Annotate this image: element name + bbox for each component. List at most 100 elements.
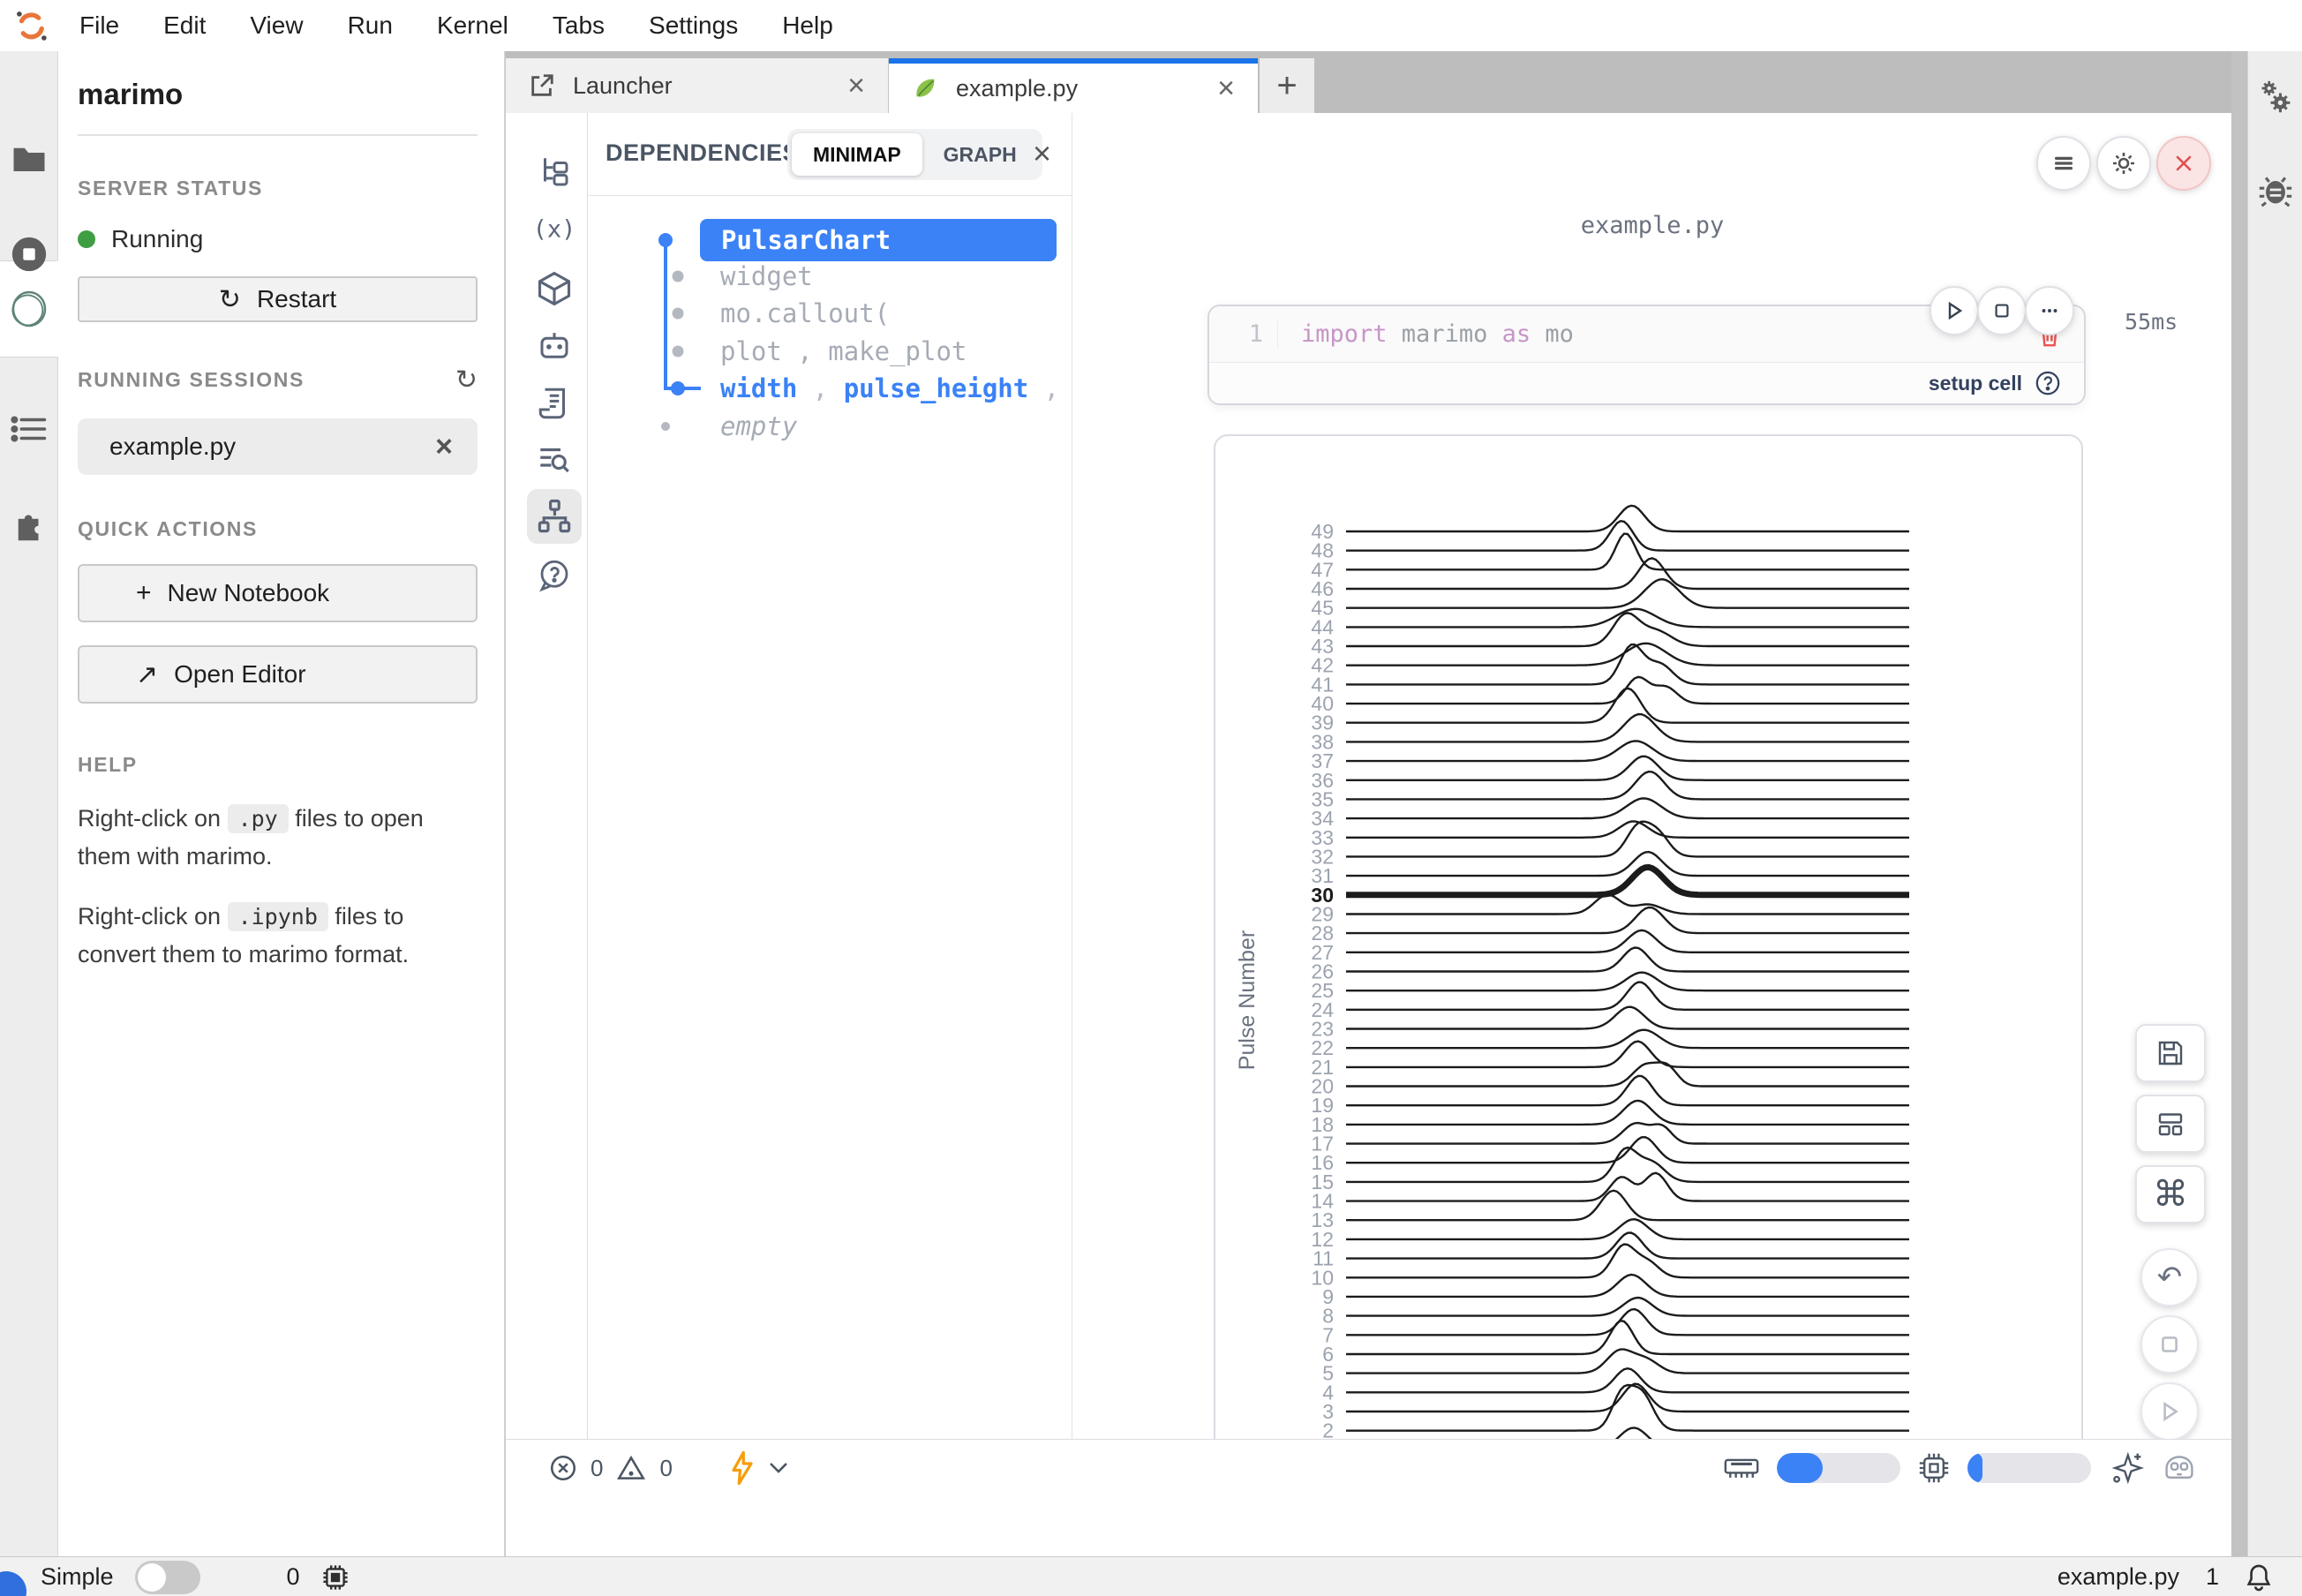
dep-tree-item-selected[interactable]: PulsarChart: [700, 219, 1057, 261]
pulse-curve: [1346, 1428, 1909, 1440]
debugger-icon[interactable]: [2258, 172, 2293, 207]
menu-item-kernel[interactable]: Kernel: [437, 11, 508, 40]
bell-icon[interactable]: [2246, 1562, 2272, 1592]
pulse-curve: [1346, 741, 1909, 761]
notebook-status-bar: 0 0: [506, 1439, 2232, 1495]
file-browser-icon[interactable]: [11, 140, 48, 177]
open-editor-button[interactable]: ↗ Open Editor: [78, 645, 478, 704]
notebook-filename: example.py: [1072, 212, 2232, 239]
graph-toggle[interactable]: GRAPH: [922, 133, 1038, 176]
kernels-chip-icon[interactable]: [321, 1563, 350, 1592]
marimo-sidebar: marimo SERVER STATUS Running ↻ Restart R…: [58, 51, 505, 1556]
undo-button[interactable]: ↶: [2140, 1248, 2199, 1306]
dependency-tree: PulsarChartwidgetmo.callout(plot , make_…: [588, 196, 1072, 1439]
warnings-icon[interactable]: [615, 1453, 647, 1483]
dependencies-panel: DEPENDENCIES MINIMAP GRAPH × PulsarChart…: [588, 113, 1072, 1439]
dep-tree-item[interactable]: mo.callout(: [588, 294, 1072, 333]
shutdown-button[interactable]: [2156, 136, 2211, 191]
search-logs-icon[interactable]: [536, 440, 573, 478]
help-heading: HELP: [78, 753, 478, 777]
variables-icon[interactable]: (x): [533, 216, 576, 244]
close-tab-icon[interactable]: ×: [847, 71, 865, 101]
scrollbar[interactable]: [2231, 51, 2247, 1556]
pulse-curve: [1346, 506, 1909, 531]
dep-tree-item[interactable]: widget: [588, 257, 1072, 296]
pulse-curve: [1346, 677, 1909, 704]
marimo-sidebar-icon[interactable]: [8, 288, 50, 330]
errors-icon[interactable]: [548, 1453, 578, 1483]
tab-example-py[interactable]: example.py ×: [889, 58, 1258, 113]
layout-panels-button[interactable]: [2135, 1095, 2206, 1153]
dep-tree-item[interactable]: plot , make_plot: [588, 332, 1072, 371]
close-session-icon[interactable]: ×: [435, 432, 453, 462]
setup-help-icon[interactable]: [2035, 370, 2061, 396]
pulse-curve: [1346, 798, 1909, 818]
help-bubble-icon[interactable]: [536, 557, 573, 594]
run-all-button[interactable]: [2140, 1382, 2199, 1439]
pulse-curve: [1346, 907, 1909, 933]
setup-cell-label: setup cell: [1929, 372, 2022, 395]
dep-tree-item[interactable]: PulsarChart: [588, 221, 1072, 260]
dependencies-icon[interactable]: [527, 489, 582, 544]
restart-icon: ↻: [219, 284, 241, 315]
pulse-curve: [1346, 1173, 1909, 1201]
command-palette-button[interactable]: ⌘: [2135, 1165, 2206, 1223]
restart-button[interactable]: ↻ Restart: [78, 276, 478, 322]
server-status-heading: SERVER STATUS: [78, 177, 478, 200]
error-count: 0: [591, 1455, 603, 1482]
simple-mode-toggle[interactable]: [135, 1561, 200, 1594]
session-item[interactable]: example.py ×: [78, 418, 478, 475]
file-outline-icon[interactable]: [536, 154, 573, 191]
code-editor[interactable]: import marimo as mo: [1278, 320, 2036, 348]
pulse-curve: [1346, 714, 1909, 742]
menu-item-run[interactable]: Run: [348, 11, 393, 40]
property-inspector-icon[interactable]: [2258, 79, 2293, 116]
logs-icon[interactable]: [536, 385, 573, 422]
new-tab-button[interactable]: +: [1260, 58, 1314, 113]
save-button[interactable]: [2135, 1024, 2206, 1082]
external-link-icon: ↗: [136, 659, 158, 690]
menu-item-view[interactable]: View: [250, 11, 303, 40]
ai-assistant-icon[interactable]: [536, 327, 573, 365]
notebook-canvas: example.py 1 import marimo as mo setup c…: [1072, 113, 2232, 1439]
marimo-leaf-icon: [912, 75, 938, 102]
ai-sparkle-icon[interactable]: [2109, 1450, 2144, 1486]
view-toggle: MINIMAP GRAPH: [787, 129, 1042, 180]
dep-tree-item[interactable]: width , pulse_height , n_poi: [588, 369, 1072, 408]
menu-item-help[interactable]: Help: [782, 11, 833, 40]
cell-more-options-button[interactable]: [2025, 286, 2074, 335]
tab-launcher[interactable]: Launcher ×: [506, 58, 889, 113]
run-cell-button[interactable]: [1930, 286, 1979, 335]
sidebar-title: marimo: [78, 78, 478, 111]
packages-icon[interactable]: [535, 269, 574, 308]
table-of-contents-icon[interactable]: [11, 410, 48, 448]
extensions-icon[interactable]: [11, 505, 48, 542]
close-tab-icon[interactable]: ×: [1217, 73, 1235, 103]
minimap-toggle[interactable]: MINIMAP: [792, 133, 922, 176]
copilot-icon[interactable]: [2162, 1452, 2197, 1484]
pulse-curve: [1346, 982, 1909, 1010]
stop-cell-button[interactable]: [1977, 286, 2027, 335]
new-notebook-button[interactable]: + New Notebook: [78, 564, 478, 622]
run-indicator-icon[interactable]: [729, 1451, 756, 1485]
chevron-down-icon[interactable]: [768, 1461, 789, 1475]
running-sessions-heading: RUNNING SESSIONS: [78, 368, 305, 392]
dep-tree-item[interactable]: empty: [588, 407, 1072, 446]
pulse-curve: [1346, 1350, 1909, 1374]
menu-item-settings[interactable]: Settings: [649, 11, 738, 40]
notebook-settings-button[interactable]: [2096, 136, 2151, 191]
pulse-curve: [1346, 1245, 1909, 1278]
current-file-label[interactable]: example.py: [2058, 1563, 2179, 1591]
cpu-icon: [1918, 1452, 1950, 1484]
close-panel-icon[interactable]: ×: [1033, 138, 1051, 169]
menu-item-tabs[interactable]: Tabs: [553, 11, 605, 40]
notebook-menu-button[interactable]: [2036, 136, 2091, 191]
menu-item-edit[interactable]: Edit: [163, 11, 206, 40]
right-sidebar-strip: [2247, 51, 2302, 1556]
notebook-panel: (x): [506, 113, 2232, 1439]
running-terminals-icon[interactable]: [9, 234, 49, 275]
interrupt-button[interactable]: [2140, 1315, 2199, 1374]
menu-item-file[interactable]: File: [79, 11, 119, 40]
refresh-sessions-icon[interactable]: ↻: [455, 365, 478, 395]
quick-actions-heading: QUICK ACTIONS: [78, 517, 478, 541]
